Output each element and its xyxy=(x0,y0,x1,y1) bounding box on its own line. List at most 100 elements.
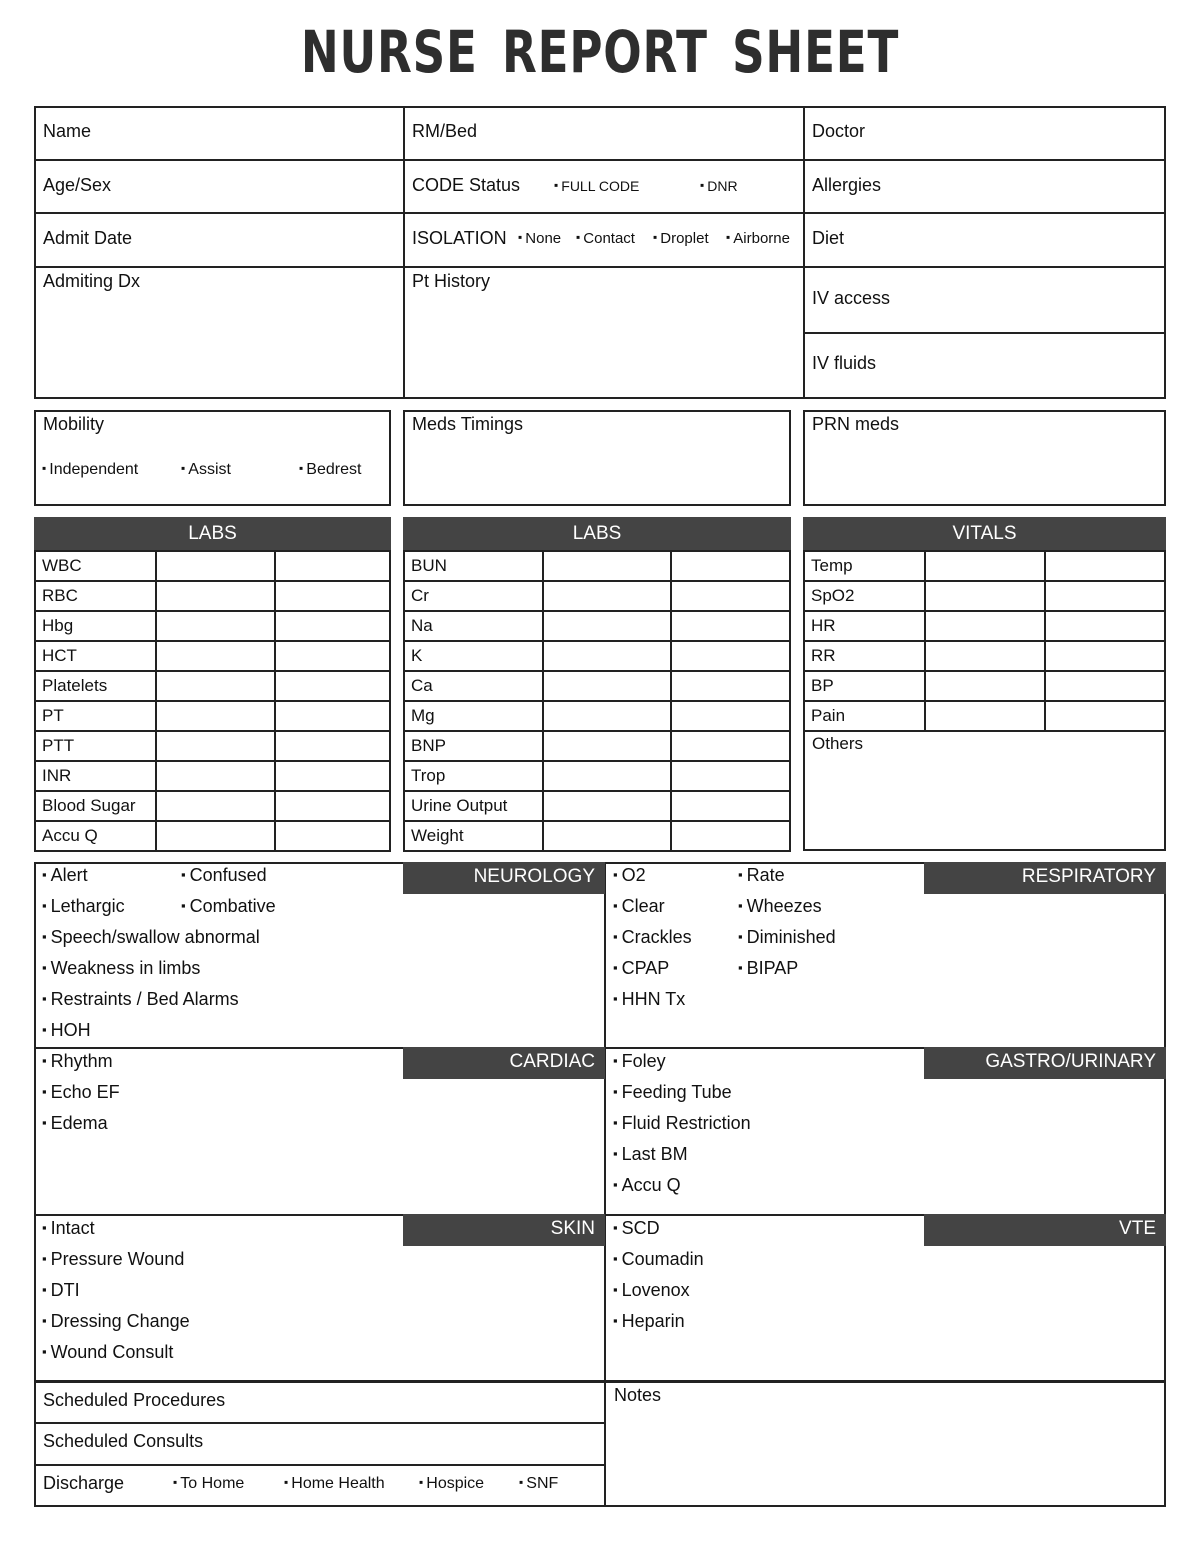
vte-heparin-option[interactable]: Heparin xyxy=(613,1311,685,1332)
vitals-entry-cell[interactable] xyxy=(923,640,1046,672)
vte-scd-option[interactable]: SCD xyxy=(613,1218,660,1239)
labs2-entry-cell[interactable] xyxy=(541,820,672,852)
labs1-entry-cell[interactable] xyxy=(154,790,276,822)
cardiac-rhythm-option[interactable]: Rhythm xyxy=(42,1051,113,1072)
labs1-entry-cell[interactable] xyxy=(154,730,276,762)
scheduled-procedures-field[interactable]: Scheduled Procedures xyxy=(43,1390,225,1411)
labs1-entry-cell[interactable] xyxy=(273,580,392,612)
resp-crackles-option[interactable]: Crackles xyxy=(613,927,692,948)
neuro-confused-option[interactable]: Confused xyxy=(181,865,267,886)
iv-fluids-field[interactable]: IV fluids xyxy=(812,353,876,374)
isolation-airborne-option[interactable]: Airborne xyxy=(726,230,790,247)
isolation-none-option[interactable]: None xyxy=(518,230,561,247)
mobility-independent-option[interactable]: Independent xyxy=(42,461,138,479)
resp-rate-option[interactable]: Rate xyxy=(738,865,785,886)
labs2-entry-cell[interactable] xyxy=(541,610,672,642)
labs1-entry-cell[interactable] xyxy=(273,730,392,762)
labs1-entry-cell[interactable] xyxy=(273,670,392,702)
isolation-contact-option[interactable]: Contact xyxy=(576,230,635,247)
code-full-code-option[interactable]: FULL CODE xyxy=(554,178,639,194)
vitals-entry-cell[interactable] xyxy=(923,580,1046,612)
skin-dti-option[interactable]: DTI xyxy=(42,1280,80,1301)
resp-wheezes-option[interactable]: Wheezes xyxy=(738,896,822,917)
rm-bed-field[interactable]: RM/Bed xyxy=(412,121,477,142)
neuro-weakness-option[interactable]: Weakness in limbs xyxy=(42,958,201,979)
labs2-entry-cell[interactable] xyxy=(541,700,672,732)
admit-date-field[interactable]: Admit Date xyxy=(43,228,132,249)
vitals-entry-cell[interactable] xyxy=(1043,700,1167,732)
labs1-entry-cell[interactable] xyxy=(154,670,276,702)
cardiac-echo-ef-option[interactable]: Echo EF xyxy=(42,1082,120,1103)
age-sex-field[interactable]: Age/Sex xyxy=(43,175,111,196)
neuro-lethargic-option[interactable]: Lethargic xyxy=(42,896,125,917)
labs2-entry-cell[interactable] xyxy=(669,730,792,762)
labs1-entry-cell[interactable] xyxy=(273,760,392,792)
discharge-home-health-option[interactable]: Home Health xyxy=(284,1475,384,1493)
labs2-entry-cell[interactable] xyxy=(669,760,792,792)
vitals-entry-cell[interactable] xyxy=(1043,670,1167,702)
vitals-entry-cell[interactable] xyxy=(923,700,1046,732)
code-dnr-option[interactable]: DNR xyxy=(700,178,737,194)
labs1-entry-cell[interactable] xyxy=(273,700,392,732)
allergies-field[interactable]: Allergies xyxy=(812,175,881,196)
labs1-entry-cell[interactable] xyxy=(154,700,276,732)
mobility-assist-option[interactable]: Assist xyxy=(181,461,231,479)
vitals-entry-cell[interactable] xyxy=(923,550,1046,582)
doctor-field[interactable]: Doctor xyxy=(812,121,865,142)
labs2-entry-cell[interactable] xyxy=(541,550,672,582)
vte-lovenox-option[interactable]: Lovenox xyxy=(613,1280,690,1301)
skin-pressure-wound-option[interactable]: Pressure Wound xyxy=(42,1249,185,1270)
neuro-restraints-option[interactable]: Restraints / Bed Alarms xyxy=(42,989,239,1010)
notes-field[interactable]: Notes xyxy=(614,1385,661,1406)
name-field[interactable]: Name xyxy=(43,121,91,142)
vte-coumadin-option[interactable]: Coumadin xyxy=(613,1249,704,1270)
gi-last-bm-option[interactable]: Last BM xyxy=(613,1144,688,1165)
labs1-entry-cell[interactable] xyxy=(154,610,276,642)
resp-o2-option[interactable]: O2 xyxy=(613,865,646,886)
isolation-droplet-option[interactable]: Droplet xyxy=(653,230,708,247)
labs2-entry-cell[interactable] xyxy=(541,730,672,762)
gi-fluid-restriction-option[interactable]: Fluid Restriction xyxy=(613,1113,751,1134)
gi-feeding-tube-option[interactable]: Feeding Tube xyxy=(613,1082,732,1103)
vitals-entry-cell[interactable] xyxy=(923,670,1046,702)
labs2-entry-cell[interactable] xyxy=(669,820,792,852)
resp-diminished-option[interactable]: Diminished xyxy=(738,927,836,948)
labs2-entry-cell[interactable] xyxy=(669,580,792,612)
labs2-entry-cell[interactable] xyxy=(541,640,672,672)
gi-foley-option[interactable]: Foley xyxy=(613,1051,666,1072)
labs2-entry-cell[interactable] xyxy=(541,790,672,822)
labs2-entry-cell[interactable] xyxy=(669,700,792,732)
vitals-entry-cell[interactable] xyxy=(1043,610,1167,642)
vitals-entry-cell[interactable] xyxy=(923,610,1046,642)
labs2-entry-cell[interactable] xyxy=(669,550,792,582)
labs1-entry-cell[interactable] xyxy=(154,580,276,612)
mobility-bedrest-option[interactable]: Bedrest xyxy=(299,461,361,479)
labs1-entry-cell[interactable] xyxy=(154,760,276,792)
iv-access-field[interactable]: IV access xyxy=(812,288,890,309)
labs1-entry-cell[interactable] xyxy=(273,820,392,852)
resp-clear-option[interactable]: Clear xyxy=(613,896,665,917)
skin-dressing-change-option[interactable]: Dressing Change xyxy=(42,1311,190,1332)
neuro-alert-option[interactable]: Alert xyxy=(42,865,88,886)
discharge-hospice-option[interactable]: Hospice xyxy=(419,1475,484,1493)
labs2-entry-cell[interactable] xyxy=(669,610,792,642)
neuro-speech-swallow-option[interactable]: Speech/swallow abnormal xyxy=(42,927,260,948)
labs1-entry-cell[interactable] xyxy=(273,790,392,822)
labs2-entry-cell[interactable] xyxy=(541,580,672,612)
pt-history-field[interactable]: Pt History xyxy=(412,271,490,292)
resp-bipap-option[interactable]: BIPAP xyxy=(738,958,799,979)
vitals-entry-cell[interactable] xyxy=(1043,550,1167,582)
skin-wound-consult-option[interactable]: Wound Consult xyxy=(42,1342,174,1363)
discharge-to-home-option[interactable]: To Home xyxy=(173,1475,244,1493)
cardiac-edema-option[interactable]: Edema xyxy=(42,1113,108,1134)
gi-accu-q-option[interactable]: Accu Q xyxy=(613,1175,681,1196)
vitals-entry-cell[interactable] xyxy=(1043,580,1167,612)
labs1-entry-cell[interactable] xyxy=(273,550,392,582)
labs2-entry-cell[interactable] xyxy=(541,760,672,792)
diet-field[interactable]: Diet xyxy=(812,228,844,249)
admitting-dx-field[interactable]: Admiting Dx xyxy=(43,271,140,292)
resp-cpap-option[interactable]: CPAP xyxy=(613,958,670,979)
neuro-combative-option[interactable]: Combative xyxy=(181,896,276,917)
neuro-hoh-option[interactable]: HOH xyxy=(42,1020,91,1041)
labs2-entry-cell[interactable] xyxy=(541,670,672,702)
